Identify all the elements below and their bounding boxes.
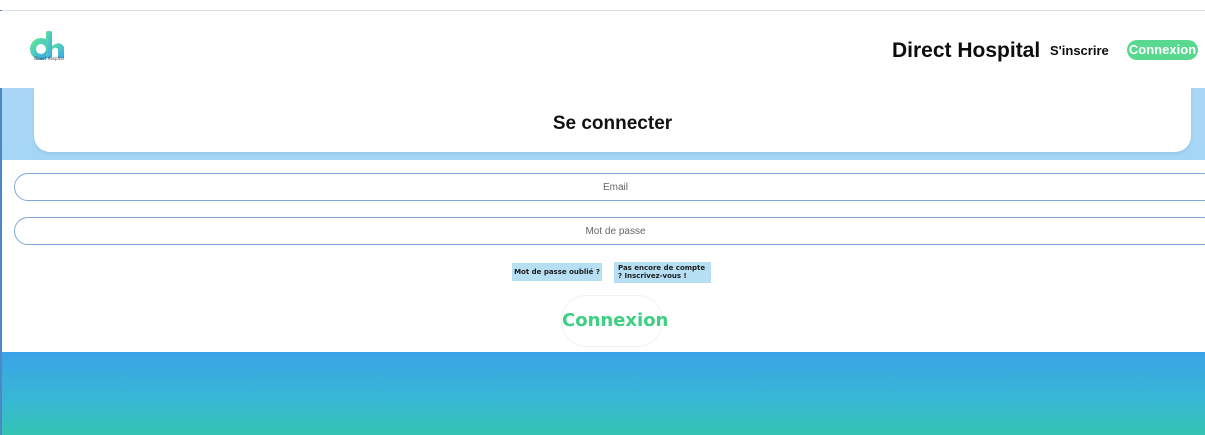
dh-logo-icon[interactable] bbox=[26, 29, 70, 69]
login-form: Mot de passe oublié ? Pas encore de comp… bbox=[8, 167, 1205, 352]
login-submit-button[interactable]: Connexion bbox=[562, 296, 668, 346]
password-field[interactable] bbox=[14, 217, 1205, 245]
site-header: Direct Hospital Direct Hospital S'inscri… bbox=[0, 11, 1205, 88]
forgot-password-link[interactable]: Mot de passe oublié ? bbox=[512, 263, 602, 281]
page-title: Se connecter bbox=[552, 113, 673, 134]
nav-signup-link[interactable]: S'inscrire bbox=[1050, 43, 1109, 58]
login-title-card: Se connecter bbox=[34, 88, 1191, 152]
register-link[interactable]: Pas encore de compte ? Inscrivez-vous ! bbox=[614, 262, 711, 283]
logo-caption: Direct Hospital bbox=[34, 56, 64, 61]
login-page: Direct Hospital Direct Hospital S'inscri… bbox=[0, 0, 1205, 435]
email-field[interactable] bbox=[14, 173, 1205, 201]
nav-login-button[interactable]: Connexion bbox=[1127, 40, 1198, 60]
brand-name: Direct Hospital bbox=[892, 39, 1041, 62]
